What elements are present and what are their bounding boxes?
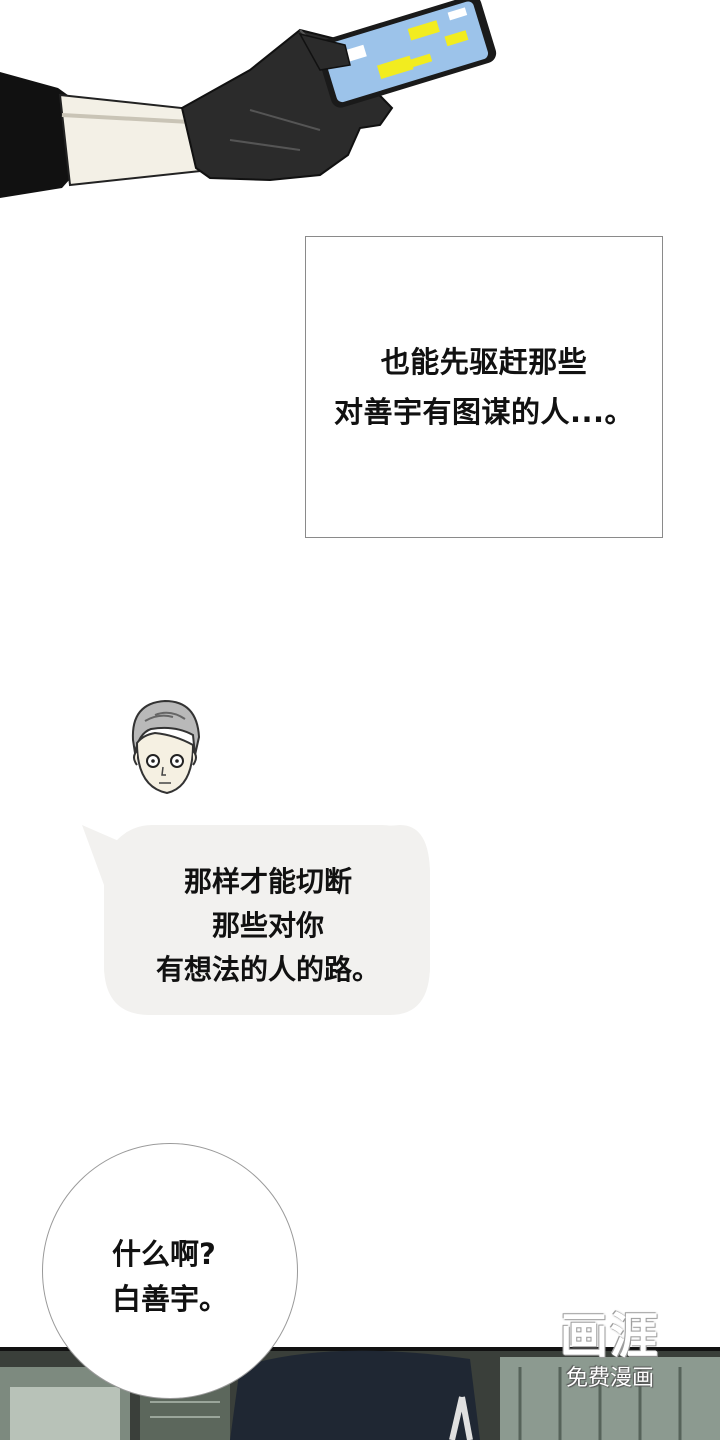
- round-bubble-text: 什么啊? 白善宇。: [112, 1237, 229, 1316]
- narration-box: 也能先驱赶那些 对善宇有图谋的人...。: [305, 236, 663, 538]
- speech-bubble-text: 那样才能切断 那些对你 有想法的人的路。: [155, 865, 380, 986]
- watermark-logo: 画涯: [560, 1308, 661, 1364]
- gloved-hand-phone-illustration: [0, 0, 497, 198]
- narration-text: 也能先驱赶那些 对善宇有图谋的人...。: [333, 345, 635, 429]
- character-face-illustration: [131, 699, 201, 795]
- watermark-subtitle: 免费漫画: [566, 1366, 655, 1391]
